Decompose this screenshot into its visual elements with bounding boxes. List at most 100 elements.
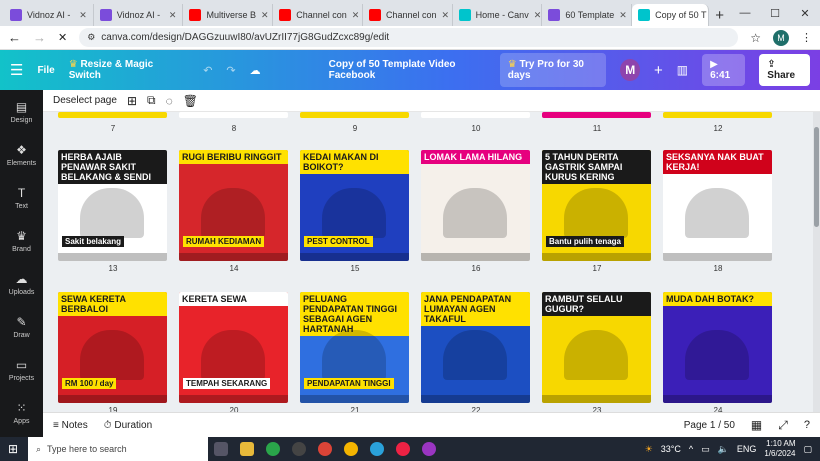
network-icon[interactable]: ▭ (701, 444, 710, 455)
page-thumbnail[interactable]: SEWA KERETA BERBALOI RM 100 / day (58, 292, 167, 403)
page-thumbnail[interactable]: KEDAI MAKAN DI BOIKOT? PEST CONTROL (300, 150, 409, 261)
menu-icon[interactable]: ☰ (10, 61, 23, 79)
hide-page-icon[interactable]: ◌ (166, 94, 173, 108)
site-info-icon[interactable]: ⚙ (87, 32, 95, 43)
grid-view-icon[interactable]: ▦ (751, 418, 762, 432)
weather-icon[interactable]: ☀ (645, 444, 653, 455)
page-thumbnail[interactable]: PELUANG PENDAPATAN TINGGI SEBAGAI AGEN H… (300, 292, 409, 403)
close-tab-icon[interactable]: ✕ (169, 10, 177, 21)
stop-icon[interactable]: ✕ (58, 31, 67, 44)
present-play-button[interactable]: ▶ 6:41 (702, 54, 746, 86)
browser-tab[interactable]: Home - Canv ✕ (453, 4, 543, 26)
file-menu-button[interactable]: File (37, 65, 54, 76)
close-tab-icon[interactable]: ✕ (352, 10, 360, 21)
windows-start-icon[interactable]: ⊞ (8, 442, 18, 456)
browser-tab[interactable]: Vidnoz AI - ✕ (4, 4, 94, 26)
sidebar-item-brand[interactable]: ♛ Brand (0, 219, 43, 262)
add-collaborator-icon[interactable]: + (654, 62, 663, 79)
close-tab-icon[interactable]: ✕ (441, 10, 449, 21)
page-thumbnail[interactable]: RAMBUT SELALU GUGUR? (542, 292, 651, 403)
page-thumbnail[interactable]: LOMAK LAMA HILANG (421, 150, 530, 261)
duplicate-page-icon[interactable]: ⧉ (147, 93, 156, 108)
chrome-profile-2-icon[interactable] (344, 442, 358, 456)
browser-tab[interactable]: Copy of 50 T✕ (632, 4, 710, 26)
chrome-icon[interactable] (266, 442, 280, 456)
page-thumbnail[interactable] (179, 112, 288, 118)
delete-page-icon[interactable]: 🗑 (183, 94, 198, 108)
page-thumbnail[interactable]: RUGI BERIBU RINGGIT RUMAH KEDIAMAN (179, 150, 288, 261)
new-tab-button[interactable]: + (709, 4, 730, 26)
app-2-icon[interactable] (396, 442, 410, 456)
clock[interactable]: 1:10 AM 1/6/2024 (764, 439, 795, 459)
sidebar-item-text[interactable]: T Text (0, 176, 43, 219)
close-window-icon[interactable]: ✕ (790, 7, 820, 20)
page-thumbnail[interactable]: JANA PENDAPATAN LUMAYAN AGEN TAKAFUL (421, 292, 530, 403)
sidebar-item-apps[interactable]: ⁙ Apps (0, 391, 43, 434)
minimize-icon[interactable]: — (730, 7, 760, 19)
page-thumbnail[interactable] (542, 112, 651, 118)
tab-label: Home - Canv (475, 10, 529, 20)
forward-icon[interactable]: → (33, 30, 46, 45)
page-thumbnail[interactable] (300, 112, 409, 118)
close-tab-icon[interactable]: ✕ (79, 10, 87, 21)
add-page-icon[interactable]: ⊞ (127, 94, 137, 108)
thumbnail-headline: JANA PENDAPATAN LUMAYAN AGEN TAKAFUL (421, 292, 530, 326)
notifications-icon[interactable]: ▢ (803, 444, 812, 455)
browser-tab[interactable]: Channel con ✕ (363, 4, 453, 26)
user-avatar[interactable]: M (620, 59, 641, 81)
chrome-profile-3-icon[interactable] (422, 442, 436, 456)
sidebar-item-design[interactable]: ▤ Design (0, 90, 43, 133)
cloud-save-icon[interactable]: ☁ (250, 64, 261, 77)
page-thumbnail[interactable]: MUDA DAH BOTAK? (663, 292, 772, 403)
sidebar-item-projects[interactable]: ▭ Projects (0, 348, 43, 391)
app-icon[interactable] (292, 442, 306, 456)
page-thumbnail[interactable] (663, 112, 772, 118)
share-button[interactable]: ⇪ Share (759, 54, 811, 86)
page-thumbnail[interactable] (58, 112, 167, 118)
duration-button[interactable]: ⏱ Duration (104, 420, 152, 431)
task-view-icon[interactable] (214, 442, 228, 456)
volume-icon[interactable]: 🔈 (718, 444, 729, 455)
browser-menu-icon[interactable]: ⋮ (801, 31, 812, 44)
back-icon[interactable]: ← (8, 30, 21, 45)
browser-tab[interactable]: 60 Template ✕ (542, 4, 633, 26)
analytics-icon[interactable]: ▥ (677, 63, 688, 77)
deselect-page-button[interactable]: Deselect page (53, 95, 117, 106)
redo-icon[interactable]: ↷ (226, 64, 235, 77)
profile-avatar[interactable]: M (773, 29, 789, 46)
page-thumbnail[interactable] (421, 112, 530, 118)
page-thumbnail[interactable]: KERETA SEWA TEMPAH SEKARANG (179, 292, 288, 403)
page-thumbnail[interactable]: SEKSANYA NAK BUAT KERJA! (663, 150, 772, 261)
language-indicator[interactable]: ENG (737, 444, 757, 454)
sidebar-item-uploads[interactable]: ☁ Uploads (0, 262, 43, 305)
url-field[interactable]: ⚙ canva.com/design/DAGGzuuwI80/avUZrII77… (79, 28, 739, 47)
chrome-profile-icon[interactable] (318, 442, 332, 456)
fullscreen-icon[interactable]: ⤢ (778, 418, 788, 433)
page-thumbnail[interactable]: HERBA AJAIB PENAWAR SAKIT BELAKANG & SEN… (58, 150, 167, 261)
sidebar-item-draw[interactable]: ✎ Draw (0, 305, 43, 348)
grid-scrollbar[interactable] (813, 112, 820, 412)
undo-icon[interactable]: ↶ (203, 64, 212, 77)
page-indicator[interactable]: Page 1 / 50 (684, 420, 735, 431)
browser-tab[interactable]: Vidnoz AI - ✕ (94, 4, 184, 26)
sidebar-item-elements[interactable]: ❖ Elements (0, 133, 43, 176)
tray-chevron-icon[interactable]: ^ (689, 444, 693, 454)
file-explorer-icon[interactable] (240, 442, 254, 456)
bookmark-star-icon[interactable]: ☆ (750, 31, 761, 45)
page-thumbnail[interactable]: 5 TAHUN DERITA GASTRIK SAMPAI KURUS KERI… (542, 150, 651, 261)
resize-magic-switch-button[interactable]: ♛ Resize & Magic Switch (69, 59, 176, 81)
telegram-icon[interactable] (370, 442, 384, 456)
browser-tab[interactable]: Channel con ✕ (273, 4, 363, 26)
close-tab-icon[interactable]: ✕ (619, 10, 627, 21)
browser-tab[interactable]: Multiverse B ✕ (183, 4, 274, 26)
scrollbar-thumb[interactable] (814, 127, 819, 227)
taskbar-search[interactable]: ⌕ Type here to search (28, 437, 208, 461)
notes-button[interactable]: ≡ Notes (53, 420, 88, 431)
close-tab-icon[interactable]: ✕ (534, 10, 542, 21)
document-title[interactable]: Copy of 50 Template Video Facebook (329, 59, 486, 81)
try-pro-button[interactable]: ♛ Try Pro for 30 days (499, 53, 607, 87)
close-tab-icon[interactable]: ✕ (261, 10, 269, 21)
help-icon[interactable]: ? (804, 419, 810, 431)
maximize-icon[interactable]: ☐ (760, 7, 790, 20)
temperature[interactable]: 33°C (661, 444, 681, 454)
